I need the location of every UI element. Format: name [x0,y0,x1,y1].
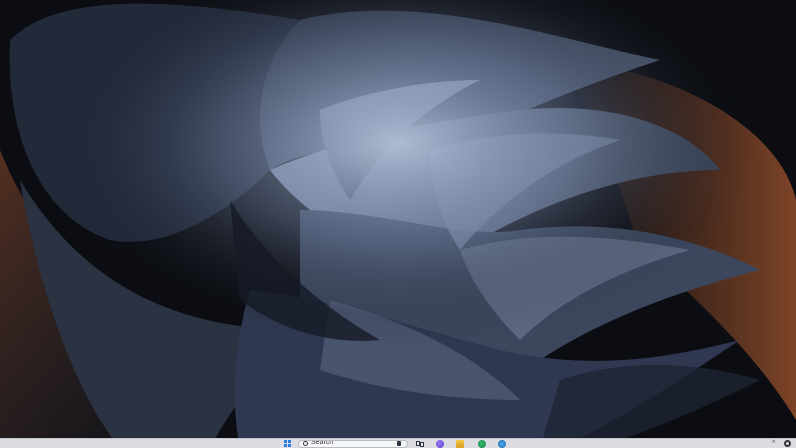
desktop[interactable]: Search ^ [0,0,796,448]
search-highlight-icon [397,441,401,446]
windows-logo-quad [288,440,291,443]
edge-icon[interactable] [478,440,486,448]
search-placeholder: Search [311,440,334,446]
folder-icon[interactable] [456,440,464,448]
windows-logo-icon [284,440,287,443]
start-button[interactable] [283,440,293,448]
taskbar: Search ^ [0,438,796,448]
windows-logo-quad [288,444,291,447]
copilot-icon[interactable] [436,440,444,448]
task-view-button[interactable] [416,440,424,448]
wallpaper [0,0,796,448]
windows-logo-quad [284,444,287,447]
search-box[interactable]: Search [298,440,408,448]
tray-overflow-chevron[interactable]: ^ [772,440,778,448]
search-icon [303,441,308,446]
store-icon[interactable] [498,440,506,448]
task-view-icon-back [420,442,424,447]
gear-icon[interactable] [784,440,791,447]
